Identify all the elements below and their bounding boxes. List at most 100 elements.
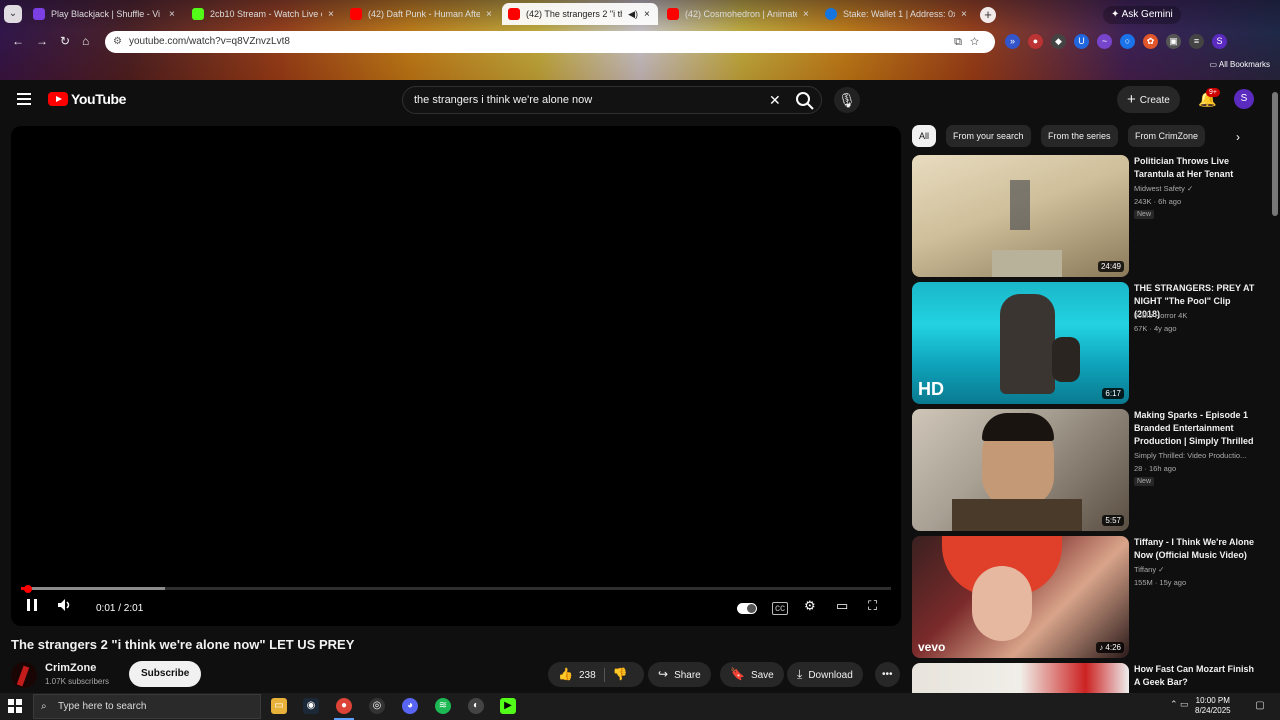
subscribe-button[interactable]: Subscribe xyxy=(129,661,202,687)
windows-start-icon[interactable] xyxy=(8,699,22,713)
home-icon[interactable]: ⌂ xyxy=(82,34,89,48)
search-input[interactable]: the strangers i think we're alone now xyxy=(402,86,822,114)
menu-icon[interactable] xyxy=(17,93,31,105)
browser-tab[interactable]: Play Blackjack | Shuffle - Vi × xyxy=(27,3,183,25)
video-thumbnail[interactable]: 5:57 xyxy=(912,409,1129,531)
autoplay-toggle[interactable] xyxy=(737,603,757,614)
close-tab-icon[interactable]: × xyxy=(644,9,652,20)
browser-tab-active[interactable]: (42) The strangers 2 "i thin ◀) × xyxy=(502,3,658,25)
close-tab-icon[interactable]: × xyxy=(328,9,336,20)
channel-name[interactable]: CrimZone xyxy=(45,662,96,674)
search-icon[interactable] xyxy=(793,89,817,113)
recommended-video[interactable]: 5:57 Making Sparks - Episode 1 Branded E… xyxy=(912,409,1268,531)
chip-from-crimzone[interactable]: From CrimZone xyxy=(1128,125,1206,147)
kick-app-icon[interactable]: ▶ xyxy=(500,698,516,714)
all-bookmarks-button[interactable]: ▭ All Bookmarks xyxy=(1210,60,1270,69)
scrollbar-thumb[interactable] xyxy=(1272,92,1278,216)
discord-icon[interactable]: ◕ xyxy=(402,698,418,714)
extension-icon[interactable]: ◆ xyxy=(1051,34,1066,49)
new-tab-button[interactable]: + xyxy=(980,7,996,23)
extension-icon[interactable]: ✿ xyxy=(1143,34,1158,49)
extension-icon[interactable]: U xyxy=(1074,34,1089,49)
recommended-meta: 67K · 4y ago xyxy=(1134,324,1177,333)
close-tab-icon[interactable]: × xyxy=(169,9,177,20)
download-button[interactable]: ⤓ Download xyxy=(787,662,863,687)
close-tab-icon[interactable]: × xyxy=(803,9,811,20)
bookmark-star-icon[interactable]: ⧉☆ xyxy=(954,31,987,53)
progress-scrubber[interactable] xyxy=(24,585,32,593)
chevron-right-icon[interactable]: › xyxy=(1236,130,1240,144)
steam-icon[interactable]: ◉ xyxy=(303,698,319,714)
chip-from-the-series[interactable]: From the series xyxy=(1041,125,1118,147)
recommended-video[interactable]: How Fast Can Mozart Finish A Geek Bar? xyxy=(912,663,1268,693)
taskbar-clock[interactable]: 10:00 PM 8/24/2025 xyxy=(1195,696,1231,716)
github-desktop-icon[interactable]: ◐ xyxy=(468,698,484,714)
pause-icon[interactable] xyxy=(25,598,39,612)
system-tray-chevron-icon[interactable]: ⌃ ▭ xyxy=(1170,699,1189,710)
address-bar[interactable]: ⚙ youtube.com/watch?v=q8VZnvzLvt8 ⧉☆ xyxy=(105,31,995,53)
create-button[interactable]: + Create xyxy=(1117,86,1180,113)
close-tab-icon[interactable]: × xyxy=(961,9,969,20)
recommended-video[interactable]: vevo ♪ 4:26 Tiffany - I Think We're Alon… xyxy=(912,536,1268,658)
ask-gemini-button[interactable]: ✦ Ask Gemini xyxy=(1103,6,1181,24)
browser-tab[interactable]: Stake: Wallet 1 | Address: 0x6b × xyxy=(819,3,975,25)
chip-all[interactable]: All xyxy=(912,125,937,147)
file-explorer-icon[interactable]: ▭ xyxy=(271,698,287,714)
chrome-icon[interactable]: ● xyxy=(336,698,352,714)
spotify-icon[interactable]: ≋ xyxy=(435,698,451,714)
channel-avatar[interactable] xyxy=(11,662,37,688)
video-thumbnail[interactable]: vevo ♪ 4:26 xyxy=(912,536,1129,658)
site-info-icon[interactable]: ⚙ xyxy=(113,31,122,53)
like-button[interactable]: 👍 238 xyxy=(558,667,596,681)
youtube-page: YouTube the strangers i think we're alon… xyxy=(0,80,1280,693)
recommended-video[interactable]: HD 6:17 THE STRANGERS: PREY AT NIGHT "Th… xyxy=(912,282,1268,404)
close-tab-icon[interactable]: × xyxy=(486,9,494,20)
fullscreen-icon[interactable]: ⛶ xyxy=(868,598,877,614)
recommended-title[interactable]: How Fast Can Mozart Finish A Geek Bar? xyxy=(1134,663,1259,689)
recommended-title[interactable]: Tiffany - I Think We're Alone Now (Offic… xyxy=(1134,536,1259,562)
speaker-icon[interactable]: ◀) xyxy=(628,9,638,20)
browser-tab[interactable]: (42) Cosmohedron | Animated × xyxy=(661,3,817,25)
browser-tab[interactable]: (42) Daft Punk - Human After A × xyxy=(344,3,500,25)
obs-icon[interactable]: ◎ xyxy=(369,698,385,714)
extensions-puzzle-icon[interactable]: ▣ xyxy=(1166,34,1181,49)
microphone-icon[interactable]: 🎙 xyxy=(834,87,860,113)
video-thumbnail[interactable]: 24:49 xyxy=(912,155,1129,277)
subtitles-icon[interactable]: cc xyxy=(772,602,788,615)
dislike-button[interactable]: 👎 xyxy=(613,667,634,681)
volume-icon[interactable] xyxy=(57,598,73,612)
video-duration: 24:49 xyxy=(1097,261,1124,272)
video-player[interactable]: 0:01 / 2:01 cc ⚙ ▭ ⛶ xyxy=(11,126,901,626)
recommended-video[interactable]: 24:49 Politician Throws Live Tarantula a… xyxy=(912,155,1268,277)
recommended-title[interactable]: Politician Throws Live Tarantula at Her … xyxy=(1134,155,1259,181)
chip-from-your-search[interactable]: From your search xyxy=(946,125,1031,147)
settings-gear-icon[interactable]: ⚙ xyxy=(804,598,816,614)
notifications-icon[interactable]: ▢ xyxy=(1252,698,1268,714)
browser-tab[interactable]: 2cb10 Stream - Watch Live on × xyxy=(186,3,342,25)
back-icon[interactable]: ← xyxy=(12,34,24,48)
extension-icon[interactable]: ○ xyxy=(1120,34,1135,49)
recommended-title[interactable]: Making Sparks - Episode 1 Branded Entert… xyxy=(1134,409,1259,448)
video-thumbnail[interactable]: HD 6:17 xyxy=(912,282,1129,404)
account-avatar[interactable]: S xyxy=(1234,89,1254,109)
forward-icon[interactable]: → xyxy=(36,34,48,48)
reading-list-icon[interactable]: ≡ xyxy=(1189,34,1204,49)
clear-search-icon[interactable]: ✕ xyxy=(769,92,781,109)
page-scrollbar[interactable] xyxy=(1270,80,1278,693)
extension-icon[interactable]: ● xyxy=(1028,34,1043,49)
share-button[interactable]: ↪ Share xyxy=(648,662,711,687)
youtube-logo[interactable]: YouTube xyxy=(48,91,126,107)
related-filter-chips: All From your search From the series Fro… xyxy=(912,125,1257,147)
profile-icon[interactable]: S xyxy=(1212,34,1227,49)
extension-icon[interactable]: » xyxy=(1005,34,1020,49)
tab-search-button[interactable]: ⌄ xyxy=(4,5,22,23)
reload-icon[interactable]: ↻ xyxy=(60,34,70,48)
recommended-channel: JoBlo Horror 4K xyxy=(1134,311,1188,320)
more-actions-button[interactable]: ••• xyxy=(875,662,900,687)
save-button[interactable]: 🔖 Save xyxy=(720,662,784,687)
extension-icon[interactable]: ~ xyxy=(1097,34,1112,49)
taskbar-search-input[interactable]: ⌕ Type here to search xyxy=(33,694,261,719)
video-duration: 5:57 xyxy=(1102,515,1124,526)
video-thumbnail[interactable] xyxy=(912,663,1129,693)
theater-mode-icon[interactable]: ▭ xyxy=(836,598,848,614)
